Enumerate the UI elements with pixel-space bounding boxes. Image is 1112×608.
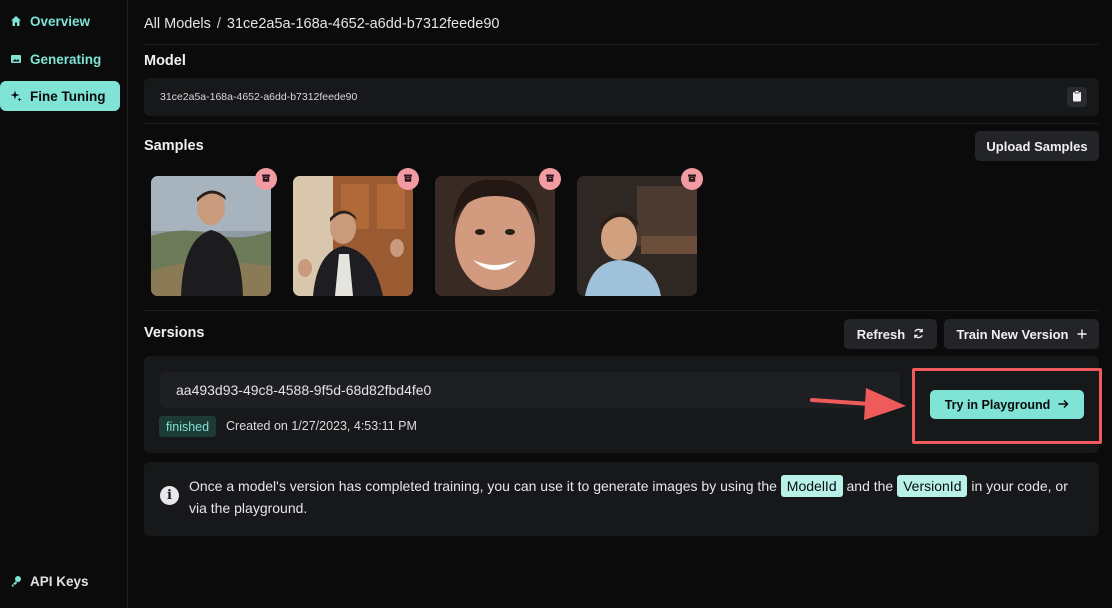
model-id-field: 31ce2a5a-168a-4652-a6dd-b7312feede90: [144, 78, 1099, 116]
refresh-icon: [913, 327, 924, 342]
divider: [144, 44, 1099, 45]
sidebar: Overview Generating Fine Tuning API Keys: [0, 0, 128, 608]
key-icon: [10, 575, 22, 587]
samples-section-title: Samples: [144, 138, 204, 154]
model-id-value: 31ce2a5a-168a-4652-a6dd-b7312feede90: [160, 91, 358, 103]
sample-photo: [151, 176, 271, 296]
breadcrumb: All Models / 31ce2a5a-168a-4652-a6dd-b73…: [144, 16, 499, 32]
divider: [144, 123, 1099, 124]
breadcrumb-root-link[interactable]: All Models: [144, 16, 211, 32]
delete-sample-button[interactable]: [681, 168, 703, 190]
sparkle-icon: [10, 90, 22, 102]
model-section-title: Model: [144, 53, 186, 69]
sidebar-item-overview[interactable]: Overview: [0, 6, 120, 36]
breadcrumb-current: 31ce2a5a-168a-4652-a6dd-b7312feede90: [226, 16, 500, 32]
annotation-arrow-icon: [808, 384, 908, 429]
sample-image: [293, 168, 419, 296]
delete-sample-button[interactable]: [539, 168, 561, 190]
upload-samples-label: Upload Samples: [986, 138, 1088, 154]
main-content: All Models / 31ce2a5a-168a-4652-a6dd-b73…: [144, 0, 1099, 608]
sidebar-item-label: Generating: [30, 51, 102, 67]
image-icon: [10, 53, 22, 65]
sample-photo: [435, 176, 555, 296]
archive-icon: [261, 170, 271, 188]
delete-sample-button[interactable]: [255, 168, 277, 190]
archive-icon: [687, 170, 697, 188]
sidebar-item-label: Fine Tuning: [30, 88, 106, 104]
home-icon: [10, 15, 22, 27]
sidebar-item-label: Overview: [30, 13, 91, 29]
sidebar-item-label: API Keys: [30, 573, 89, 589]
archive-icon: [545, 170, 555, 188]
delete-sample-button[interactable]: [397, 168, 419, 190]
refresh-button[interactable]: Refresh: [844, 319, 937, 349]
sample-photo: [577, 176, 697, 296]
copy-button[interactable]: [1067, 87, 1087, 107]
breadcrumb-separator: /: [216, 16, 221, 32]
sample-image: [577, 168, 703, 296]
train-new-version-button[interactable]: Train New Version: [944, 319, 1099, 349]
clipboard-icon: [1072, 89, 1082, 105]
sidebar-item-api-keys[interactable]: API Keys: [0, 566, 120, 596]
sample-image: [151, 168, 277, 296]
sidebar-item-fine-tuning[interactable]: Fine Tuning: [0, 81, 120, 111]
plus-icon: [1077, 327, 1087, 342]
sample-image: [435, 168, 561, 296]
sidebar-item-generating[interactable]: Generating: [0, 44, 120, 74]
sample-photo: [293, 176, 413, 296]
archive-icon: [403, 170, 413, 188]
train-label: Train New Version: [956, 326, 1069, 342]
refresh-label: Refresh: [856, 326, 906, 342]
upload-samples-button[interactable]: Upload Samples: [975, 131, 1099, 161]
highlight-annotation-box: [912, 368, 1102, 444]
